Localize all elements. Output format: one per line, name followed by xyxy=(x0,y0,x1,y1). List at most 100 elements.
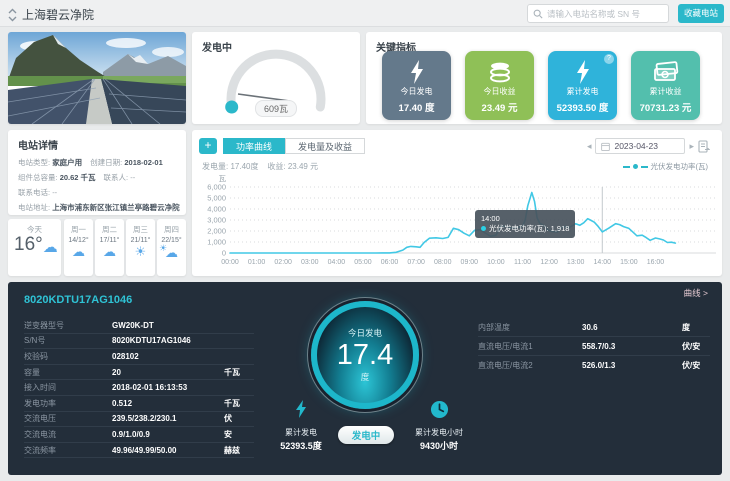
kpi-total-generation: ? 累计发电 52393.50 度 xyxy=(548,51,617,120)
power-line-chart: 瓦01,0002,0003,0004,0005,0006,00000:0001:… xyxy=(192,174,722,272)
weather-day-label: 周三 xyxy=(128,224,153,235)
svg-text:4,000: 4,000 xyxy=(207,205,226,214)
bolt-icon xyxy=(382,59,451,85)
table-row: 直流电压/电流1558.7/0.3伏/安 xyxy=(478,337,710,356)
svg-text:5,000: 5,000 xyxy=(207,194,226,203)
gauge-unit: 度 xyxy=(361,371,370,383)
gauge-title: 发电中 xyxy=(202,39,232,54)
kpi-value: 52393.50 度 xyxy=(557,100,609,114)
weather-temp: 14/12° xyxy=(66,237,91,244)
inverter-right-table: 内部温度30.6度 直流电压/电流1558.7/0.3伏/安 直流电压/电流25… xyxy=(478,318,710,375)
total-generation-value: 52393.5度 xyxy=(270,439,332,452)
svg-text:00:00: 00:00 xyxy=(221,259,239,266)
today-generation-gauge: 今日发电 17.4 度 xyxy=(311,301,419,409)
field-value: 20.62 千瓦 xyxy=(60,173,96,182)
svg-text:3,000: 3,000 xyxy=(207,216,226,225)
kpi-value: 17.40 度 xyxy=(399,100,435,114)
cash-icon xyxy=(631,59,700,85)
weather-day-label: 周四 xyxy=(159,224,184,235)
svg-text:6,000: 6,000 xyxy=(207,183,226,192)
add-chart-button[interactable]: + xyxy=(199,138,217,154)
export-icon[interactable] xyxy=(698,140,710,153)
top-bar: 上海碧云净院 收藏电站 xyxy=(0,0,730,27)
generation-hours-label: 累计发电小时 xyxy=(406,427,472,438)
svg-text:02:00: 02:00 xyxy=(274,259,292,266)
station-address: 上海市浦东新区张江镇兰亭路碧云净院 xyxy=(52,203,180,212)
key-metrics-card: 关键指标 今日发电 17.40 度 今日收益 23.49 元 xyxy=(366,32,722,124)
station-search xyxy=(527,4,669,23)
generation-hours-block: 累计发电小时 9430小时 xyxy=(406,400,472,452)
table-row: S/N号8020KDTU17AG1046 xyxy=(24,334,254,350)
table-row: 交流电流0.9/1.0/0.9安 xyxy=(24,427,254,443)
inverter-left-table: 逆变器型号GW20K-DT S/N号8020KDTU17AG1046 校验码02… xyxy=(24,318,254,458)
solar-farm-image xyxy=(8,32,186,124)
svg-text:03:00: 03:00 xyxy=(301,259,319,266)
svg-text:0: 0 xyxy=(222,249,226,258)
date-picker[interactable]: 2023-04-23 xyxy=(595,138,685,154)
table-row: 逆变器型号GW20K-DT xyxy=(24,318,254,334)
svg-text:13:00: 13:00 xyxy=(567,259,585,266)
kpi-label: 累计收益 xyxy=(650,86,682,97)
weather-day-label: 周二 xyxy=(97,224,122,235)
inverter-sn-tab[interactable]: 8020KDTU17AG1046 xyxy=(24,294,132,306)
legend-pv-power[interactable]: 光伏发电功率(瓦) xyxy=(623,161,709,172)
svg-text:16:00: 16:00 xyxy=(647,259,665,266)
generating-status-button[interactable]: 发电中 xyxy=(338,426,394,444)
kpi-value: 23.49 元 xyxy=(482,100,518,114)
svg-text:07:00: 07:00 xyxy=(407,259,425,266)
sort-icon[interactable] xyxy=(8,8,17,22)
svg-text:09:00: 09:00 xyxy=(461,259,479,266)
gauge-value: 17.4 xyxy=(337,339,393,371)
svg-text:1,000: 1,000 xyxy=(207,238,226,247)
coins-icon xyxy=(465,59,534,85)
weather-day-label: 周一 xyxy=(66,224,91,235)
details-title: 电站详情 xyxy=(18,137,176,152)
chart-summary: 发电量: 17.40度 收益: 23.49 元 xyxy=(202,161,318,172)
search-icon xyxy=(533,9,543,19)
field-label: 创建日期: xyxy=(90,158,122,167)
svg-text:15:00: 15:00 xyxy=(620,259,638,266)
svg-text:06:00: 06:00 xyxy=(381,259,399,266)
gauge-value: 609瓦 xyxy=(255,100,297,117)
kpi-today-income: 今日收益 23.49 元 xyxy=(465,51,534,120)
kpi-value: 70731.23 元 xyxy=(640,100,692,114)
kpi-label: 今日收益 xyxy=(484,86,516,97)
generation-hours-value: 9430小时 xyxy=(406,439,472,452)
weather-day-card: 周一 14/12° ☁ xyxy=(64,219,93,276)
svg-text:14:00: 14:00 xyxy=(594,259,612,266)
weather-today-card: 今天 16° ☁ xyxy=(8,219,61,276)
favorite-station-button[interactable]: 收藏电站 xyxy=(678,4,724,23)
svg-text:04:00: 04:00 xyxy=(328,259,346,266)
partly-cloudy-icon: ☀☁ xyxy=(165,246,178,260)
field-value: -- xyxy=(130,173,135,182)
next-date-arrow[interactable]: ▸ xyxy=(689,138,694,154)
table-row: 校验码028102 xyxy=(24,349,254,365)
bolt-icon xyxy=(548,59,617,85)
cloud-icon: ☁ xyxy=(43,241,58,255)
field-label: 电站类型: xyxy=(18,158,50,167)
bolt-icon xyxy=(295,400,308,419)
svg-text:2,000: 2,000 xyxy=(207,227,226,236)
svg-text:01:00: 01:00 xyxy=(248,259,266,266)
date-value: 2023-04-23 xyxy=(614,141,657,151)
svg-text:10:00: 10:00 xyxy=(487,259,505,266)
station-details-card: 电站详情 电站类型: 家庭户用 创建日期: 2018-02-01 组件总容量: … xyxy=(8,130,186,215)
table-row: 容量20千瓦 xyxy=(24,365,254,381)
field-value: -- xyxy=(52,188,57,197)
prev-date-arrow[interactable]: ◂ xyxy=(587,138,592,154)
tab-power-curve[interactable]: 功率曲线 xyxy=(223,138,285,154)
cloud-icon: ☁ xyxy=(97,245,122,259)
total-generation-block: 累计发电 52393.5度 xyxy=(270,400,332,452)
total-generation-label: 累计发电 xyxy=(270,427,332,438)
gauge-label: 今日发电 xyxy=(348,327,382,339)
table-row: 发电功率0.512千瓦 xyxy=(24,396,254,412)
curve-link[interactable]: 曲线 > xyxy=(684,287,708,299)
table-row: 交流电压239.5/238.2/230.1伏 xyxy=(24,412,254,428)
dashboard: 上海碧云净院 收藏电站 xyxy=(0,0,730,481)
field-label: 电站地址: xyxy=(18,203,50,212)
table-row: 交流频率49.96/49.99/50.00赫兹 xyxy=(24,443,254,459)
field-label: 联系电话: xyxy=(18,188,50,197)
tab-energy-income[interactable]: 发电量及收益 xyxy=(285,138,365,154)
power-gauge-card: 发电中 609瓦 xyxy=(192,32,360,124)
search-input[interactable] xyxy=(547,9,663,19)
